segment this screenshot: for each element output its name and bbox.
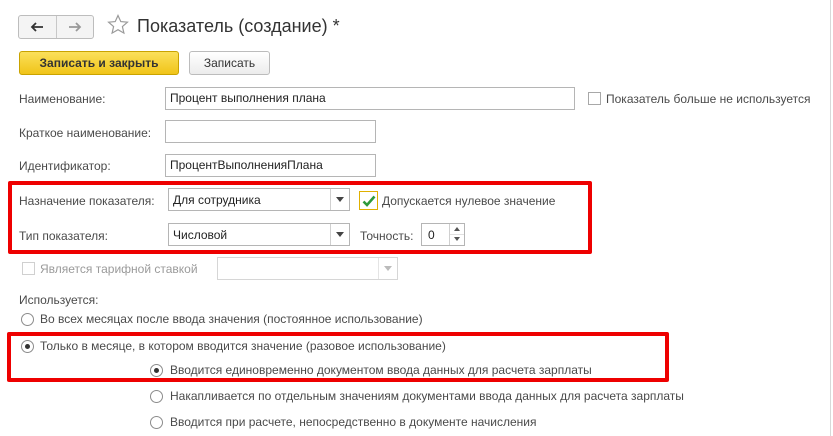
accumulate-label: Накапливается по отдельным значениям док…	[170, 389, 684, 403]
accumulate-radio[interactable]	[150, 390, 163, 403]
usage-permanent-label: Во всех месяцах после ввода значения (по…	[40, 312, 423, 326]
usage-permanent-radio[interactable]	[21, 313, 34, 326]
page-title: Показатель (создание) *	[137, 16, 340, 36]
window-edge	[830, 0, 831, 436]
tariff-checkbox[interactable]	[22, 262, 35, 275]
short-name-input[interactable]	[165, 120, 376, 143]
not-used-checkbox[interactable]	[588, 92, 601, 105]
calc-input-label: Вводится при расчете, непосредственно в …	[170, 415, 537, 429]
tariff-select[interactable]	[217, 257, 398, 280]
identifier-input[interactable]: ПроцентВыполненияПлана	[165, 154, 376, 177]
arrow-left-icon[interactable]	[19, 16, 56, 38]
short-name-label: Краткое наименование:	[19, 126, 152, 140]
name-label: Наименование:	[19, 92, 106, 106]
not-used-label: Показатель больше не используется	[606, 92, 811, 106]
highlight-box-usage	[7, 332, 669, 382]
save-and-close-button[interactable]: Записать и закрыть	[19, 51, 179, 75]
arrow-right-icon[interactable]	[55, 16, 94, 38]
tariff-label: Является тарифной ставкой	[40, 262, 198, 276]
chevron-down-icon[interactable]	[378, 258, 397, 279]
star-icon[interactable]	[106, 13, 130, 37]
identifier-label: Идентификатор:	[19, 159, 111, 173]
nav-buttons	[18, 15, 94, 39]
calc-input-radio[interactable]	[150, 416, 163, 429]
name-input[interactable]: Процент выполнения плана	[165, 87, 575, 110]
save-button[interactable]: Записать	[189, 51, 270, 75]
usage-label: Используется:	[19, 293, 99, 307]
highlight-box-purpose	[8, 181, 592, 254]
